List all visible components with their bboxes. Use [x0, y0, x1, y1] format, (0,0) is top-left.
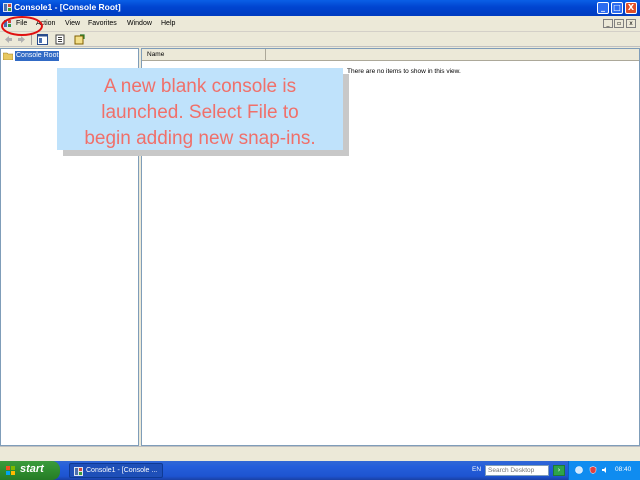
- windows-logo-icon: [6, 466, 15, 475]
- status-bar: [0, 446, 640, 461]
- tree-item-label: Console Root: [15, 51, 60, 61]
- toolbar: [0, 32, 640, 47]
- volume-icon[interactable]: [601, 466, 609, 474]
- help-icon[interactable]: [74, 34, 85, 45]
- close-button[interactable]: X: [625, 2, 637, 14]
- security-shield-icon[interactable]: [589, 466, 597, 474]
- start-button[interactable]: start: [0, 461, 60, 480]
- mdi-close-button[interactable]: x: [626, 19, 636, 28]
- taskbar-button-console1[interactable]: Console1 - [Console ...: [69, 463, 163, 478]
- language-indicator[interactable]: EN: [472, 466, 481, 473]
- show-hide-tree-icon[interactable]: [37, 34, 48, 45]
- back-icon[interactable]: [3, 34, 14, 45]
- desktop-search-field[interactable]: [485, 465, 549, 476]
- column-header-label: Name: [147, 51, 165, 58]
- folder-icon: [3, 52, 13, 60]
- mmc-console-icon: [74, 467, 83, 476]
- system-tray: 08:40: [568, 461, 640, 480]
- empty-list-message: There are no items to show in this view.: [347, 68, 461, 75]
- menu-help[interactable]: Help: [161, 20, 175, 27]
- menu-favorites[interactable]: Favorites: [88, 20, 117, 27]
- network-icon[interactable]: [575, 466, 583, 474]
- taskbar-button-label: Console1 - [Console ...: [86, 467, 158, 474]
- start-label: start: [20, 463, 44, 475]
- title-bar[interactable]: Console1 - [Console Root] _ □ X: [0, 0, 640, 16]
- column-header-filler: [266, 49, 639, 61]
- export-list-icon[interactable]: [55, 34, 66, 45]
- desktop-search-input[interactable]: [486, 466, 538, 475]
- file-menu-highlight-ring: [1, 16, 43, 36]
- minimize-button[interactable]: _: [597, 2, 609, 14]
- tutorial-callout: A new blank console is launched. Select …: [57, 68, 343, 150]
- mmc-console-icon: [3, 3, 12, 12]
- menu-bar: File Action View Favorites Window Help _…: [0, 16, 640, 32]
- maximize-button[interactable]: □: [611, 2, 623, 14]
- window-title: Console1 - [Console Root]: [14, 2, 121, 12]
- menu-window[interactable]: Window: [127, 20, 152, 27]
- column-header-name[interactable]: Name: [142, 49, 266, 61]
- search-go-button[interactable]: ›: [553, 465, 565, 476]
- clock[interactable]: 08:40: [615, 466, 631, 473]
- mdi-restore-button[interactable]: ▫: [614, 19, 624, 28]
- callout-text: A new blank console is launched. Select …: [84, 76, 316, 149]
- toolbar-separator: [31, 34, 32, 45]
- taskbar: start Console1 - [Console ... EN › 08:40: [0, 461, 640, 480]
- mdi-minimize-button[interactable]: _: [603, 19, 613, 28]
- menu-view[interactable]: View: [65, 20, 80, 27]
